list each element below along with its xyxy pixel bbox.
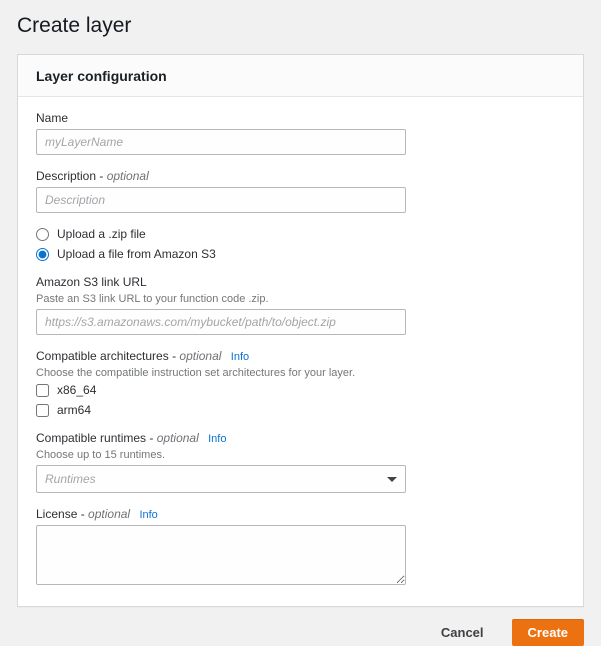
page-title: Create layer [17,14,584,38]
license-label: License - optional Info [36,507,565,521]
name-field: Name [36,111,565,155]
chevron-down-icon [387,477,397,482]
description-optional: optional [107,169,149,183]
description-input[interactable] [36,187,406,213]
runtimes-placeholder: Runtimes [45,472,96,486]
runtimes-label-text: Compatible runtimes [36,431,146,445]
arch-info-link[interactable]: Info [231,351,249,363]
runtimes-optional: optional [157,431,199,445]
cancel-button[interactable]: Cancel [425,619,500,646]
runtimes-info-link[interactable]: Info [208,433,226,445]
runtimes-help: Choose up to 15 runtimes. [36,449,565,461]
arch-arm64-label: arm64 [57,403,91,417]
license-label-text: License [36,507,77,521]
upload-s3-radio[interactable] [36,248,49,261]
runtimes-field: Compatible runtimes - optional Info Choo… [36,431,565,493]
arch-arm64-checkbox[interactable] [36,404,49,417]
upload-s3-label: Upload a file from Amazon S3 [57,247,216,261]
s3-url-help: Paste an S3 link URL to your function co… [36,293,565,305]
arch-x86-checkbox[interactable] [36,384,49,397]
upload-choice: Upload a .zip file Upload a file from Am… [36,227,565,261]
create-button[interactable]: Create [512,619,584,646]
arch-label: Compatible architectures - optional Info [36,349,565,363]
license-field: License - optional Info [36,507,565,588]
arch-arm64-row[interactable]: arm64 [36,403,565,417]
arch-help: Choose the compatible instruction set ar… [36,367,565,379]
upload-zip-radio[interactable] [36,228,49,241]
button-row: Cancel Create [17,619,584,646]
arch-field: Compatible architectures - optional Info… [36,349,565,417]
runtimes-select[interactable]: Runtimes [36,465,406,493]
name-input[interactable] [36,129,406,155]
s3-url-input[interactable] [36,309,406,335]
description-field: Description - optional [36,169,565,213]
upload-zip-row[interactable]: Upload a .zip file [36,227,565,241]
runtimes-select-wrap: Runtimes [36,465,406,493]
license-optional: optional [88,507,130,521]
s3-url-field: Amazon S3 link URL Paste an S3 link URL … [36,275,565,335]
s3-url-label: Amazon S3 link URL [36,275,565,289]
description-label: Description - optional [36,169,565,183]
panel-header: Layer configuration [18,55,583,97]
upload-s3-row[interactable]: Upload a file from Amazon S3 [36,247,565,261]
license-textarea[interactable] [36,525,406,585]
upload-zip-label: Upload a .zip file [57,227,146,241]
name-label: Name [36,111,565,125]
arch-optional: optional [179,349,221,363]
runtimes-label: Compatible runtimes - optional Info [36,431,565,445]
panel-body: Name Description - optional Upload a .zi… [18,97,583,606]
layer-config-panel: Layer configuration Name Description - o… [17,54,584,607]
arch-x86-row[interactable]: x86_64 [36,383,565,397]
description-label-text: Description [36,169,96,183]
arch-label-text: Compatible architectures [36,349,169,363]
arch-x86-label: x86_64 [57,383,96,397]
license-info-link[interactable]: Info [139,509,157,521]
